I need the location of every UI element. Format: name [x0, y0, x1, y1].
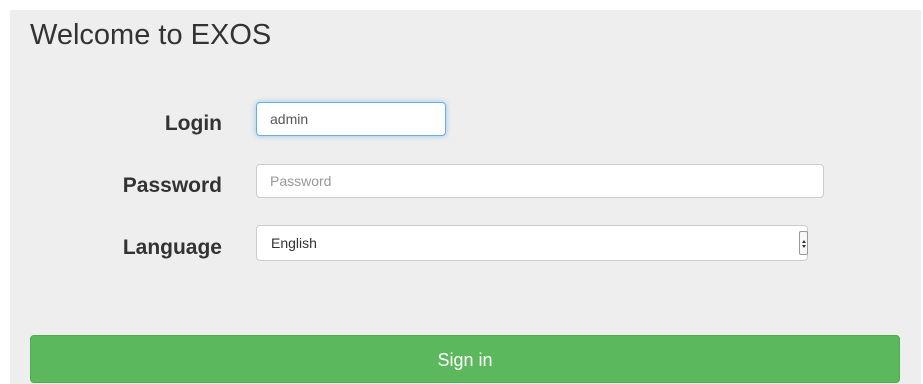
page-title: Welcome to EXOS: [30, 19, 272, 51]
login-label: Login: [164, 112, 222, 135]
login-panel: Welcome to EXOS Login Password Language …: [10, 10, 921, 384]
login-input[interactable]: [256, 102, 446, 136]
language-selected-value: English: [271, 235, 317, 251]
select-stepper-icon[interactable]: [799, 231, 808, 255]
password-input[interactable]: [256, 164, 824, 198]
language-label: Language: [122, 236, 222, 259]
sign-in-button[interactable]: Sign in: [30, 335, 900, 383]
language-select[interactable]: English: [256, 225, 808, 261]
password-label: Password: [122, 174, 222, 197]
